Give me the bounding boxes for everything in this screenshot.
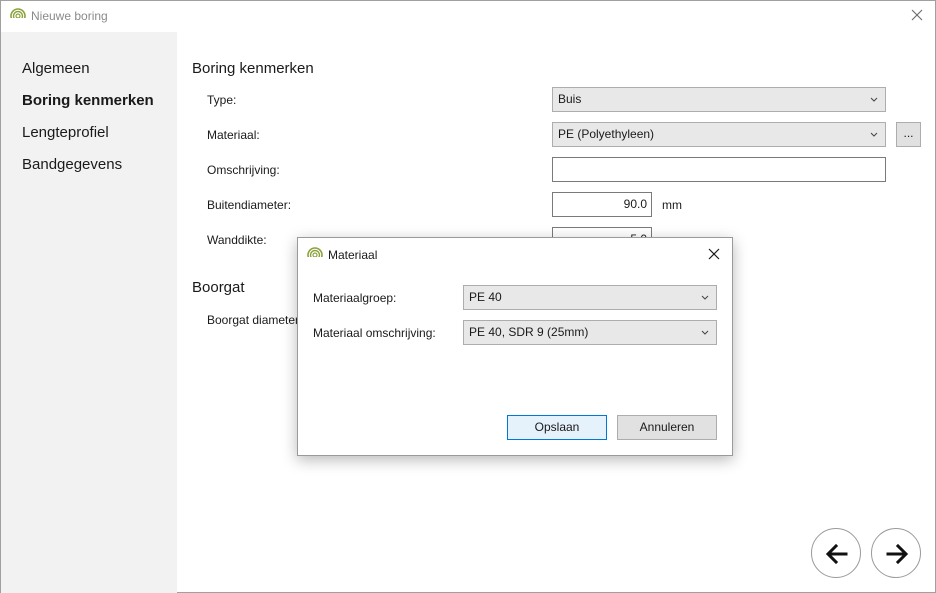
chevron-down-icon <box>870 132 878 137</box>
materiaal-label: Materiaal: <box>207 128 260 142</box>
cancel-button[interactable]: Annuleren <box>617 415 717 440</box>
omschrijving-input[interactable] <box>552 157 886 182</box>
chevron-down-icon <box>701 295 709 300</box>
section-title-boorgat: Boorgat <box>192 279 245 296</box>
buitendiameter-unit: mm <box>662 198 682 212</box>
save-button[interactable]: Opslaan <box>507 415 607 440</box>
chevron-down-icon <box>870 97 878 102</box>
omschrijving-label: Omschrijving: <box>207 163 280 177</box>
title-bar: Nieuwe boring <box>1 1 935 32</box>
section-title-kenmerken: Boring kenmerken <box>192 60 314 77</box>
materiaal-omschrijving-label: Materiaal omschrijving: <box>313 326 436 340</box>
sidebar-item-boring-kenmerken[interactable]: Boring kenmerken <box>22 92 154 109</box>
dialog-close-button[interactable] <box>703 243 725 265</box>
app-logo-icon <box>307 247 323 263</box>
chevron-down-icon <box>701 330 709 335</box>
arrow-left-icon <box>825 543 848 565</box>
sidebar-item-lengteprofiel[interactable]: Lengteprofiel <box>22 124 109 141</box>
back-button[interactable] <box>811 528 861 578</box>
materiaal-dialog: Materiaal Materiaalgroep: PE 40 Materiaa… <box>297 237 733 456</box>
boorgat-diameter-label: Boorgat diameter <box>207 313 300 327</box>
materiaal-browse-button[interactable]: ... <box>896 122 921 147</box>
next-button[interactable] <box>871 528 921 578</box>
window-title: Nieuwe boring <box>31 9 108 23</box>
close-icon <box>911 9 923 21</box>
close-icon <box>708 248 720 260</box>
materiaalgroep-select[interactable]: PE 40 <box>463 285 717 310</box>
materiaalgroep-select-value: PE 40 <box>469 290 502 304</box>
type-label: Type: <box>207 93 237 107</box>
sidebar-item-algemeen[interactable]: Algemeen <box>22 60 90 77</box>
window-close-button[interactable] <box>907 5 927 25</box>
arrow-right-icon <box>886 543 909 565</box>
type-select-value: Buis <box>558 92 582 106</box>
materiaalgroep-label: Materiaalgroep: <box>313 291 397 305</box>
materiaal-omschrijving-select-value: PE 40, SDR 9 (25mm) <box>469 325 589 339</box>
app-logo-icon <box>10 8 26 24</box>
dialog-title: Materiaal <box>328 248 378 262</box>
materiaal-select-value: PE (Polyethyleen) <box>558 127 655 141</box>
materiaal-omschrijving-select[interactable]: PE 40, SDR 9 (25mm) <box>463 320 717 345</box>
materiaal-select[interactable]: PE (Polyethyleen) <box>552 122 886 147</box>
type-select[interactable]: Buis <box>552 87 886 112</box>
wanddikte-label: Wanddikte: <box>207 233 267 247</box>
buitendiameter-input[interactable]: 90.0 <box>552 192 652 217</box>
sidebar-item-bandgegevens[interactable]: Bandgegevens <box>22 156 122 173</box>
buitendiameter-label: Buitendiameter: <box>207 198 292 212</box>
sidebar: Algemeen Boring kenmerken Lengteprofiel … <box>1 32 177 593</box>
